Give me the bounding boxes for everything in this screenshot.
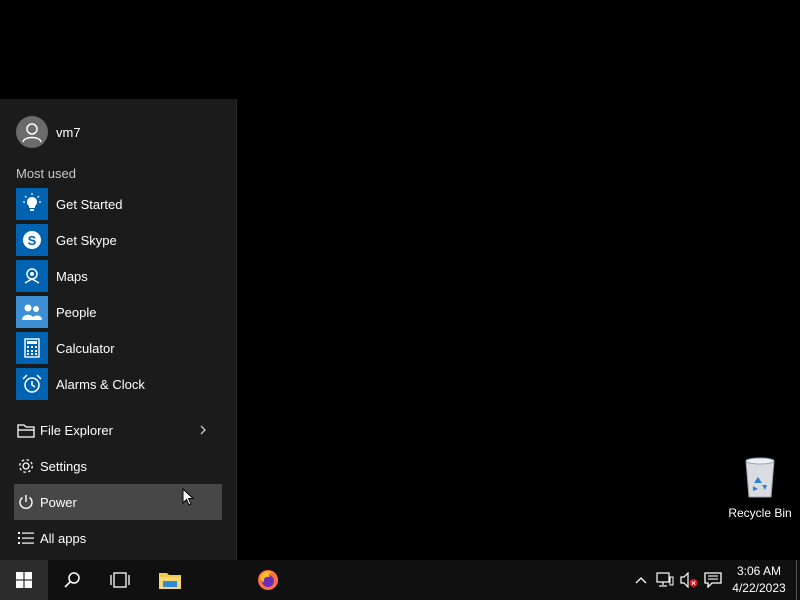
chevron-right-icon[interactable] bbox=[196, 423, 210, 437]
place-all-apps[interactable]: All apps bbox=[14, 520, 222, 556]
app-label: Alarms & Clock bbox=[56, 376, 145, 392]
search-icon bbox=[64, 572, 80, 588]
app-get-started[interactable]: Get Started bbox=[16, 188, 220, 220]
recycle-bin-icon bbox=[745, 457, 775, 498]
task-view-button[interactable] bbox=[96, 560, 144, 600]
most-used-heading: Most used bbox=[16, 166, 76, 181]
start-button[interactable] bbox=[0, 560, 48, 600]
user-account[interactable]: vm7 bbox=[16, 116, 216, 148]
place-label: File Explorer bbox=[40, 422, 113, 438]
taskbar: 3:06 AM 4/22/2023 bbox=[0, 560, 800, 600]
user-name: vm7 bbox=[56, 124, 81, 140]
task-view-icon bbox=[110, 572, 130, 588]
start-menu: vm7 Most used Get Started S Get Skype Ma… bbox=[0, 99, 237, 560]
volume-muted-icon bbox=[680, 572, 698, 588]
maps-icon bbox=[16, 260, 48, 292]
file-explorer-icon bbox=[16, 420, 36, 440]
app-label: Maps bbox=[56, 268, 88, 284]
gear-icon bbox=[16, 456, 36, 476]
app-calculator[interactable]: Calculator bbox=[16, 332, 220, 364]
alarm-clock-icon bbox=[16, 368, 48, 400]
action-center-icon bbox=[704, 572, 722, 588]
clock-time: 3:06 AM bbox=[736, 564, 782, 578]
app-label: Get Skype bbox=[56, 232, 117, 248]
search-button[interactable] bbox=[48, 560, 96, 600]
app-label: Get Started bbox=[56, 196, 123, 212]
mouse-cursor-icon bbox=[182, 488, 195, 506]
place-label: Power bbox=[40, 494, 77, 510]
network-button[interactable] bbox=[654, 560, 676, 600]
show-hidden-icons-button[interactable] bbox=[632, 560, 650, 600]
taskbar-clock[interactable]: 3:06 AM 4/22/2023 bbox=[726, 563, 792, 597]
lightbulb-icon bbox=[16, 188, 48, 220]
show-desktop-button[interactable] bbox=[796, 560, 800, 600]
firefox-icon bbox=[258, 570, 278, 590]
place-file-explorer[interactable]: File Explorer bbox=[14, 412, 222, 448]
app-get-skype[interactable]: S Get Skype bbox=[16, 224, 220, 256]
place-settings[interactable]: Settings bbox=[14, 448, 222, 484]
place-label: All apps bbox=[40, 530, 87, 546]
all-apps-icon bbox=[16, 528, 36, 548]
app-alarms-clock[interactable]: Alarms & Clock bbox=[16, 368, 220, 400]
people-icon bbox=[16, 296, 48, 328]
calculator-icon bbox=[16, 332, 48, 364]
place-label: Settings bbox=[40, 458, 87, 474]
clock-date: 4/22/2023 bbox=[732, 581, 786, 595]
avatar bbox=[16, 116, 48, 148]
power-icon bbox=[16, 492, 36, 512]
app-people[interactable]: People bbox=[16, 296, 220, 328]
file-explorer-icon bbox=[159, 573, 181, 589]
desktop-icon-recycle-bin[interactable]: Recycle Bin bbox=[724, 455, 796, 520]
start-places: File Explorer Settings Power All apps bbox=[14, 412, 222, 556]
volume-button[interactable] bbox=[678, 560, 700, 600]
app-label: People bbox=[56, 304, 97, 320]
desktop-icon-label: Recycle Bin bbox=[728, 506, 792, 520]
taskbar-firefox[interactable] bbox=[244, 560, 292, 600]
skype-icon: S bbox=[16, 224, 48, 256]
windows-start-icon bbox=[16, 572, 32, 588]
network-icon bbox=[656, 572, 674, 587]
most-used-list: Get Started S Get Skype Maps People Calc… bbox=[16, 188, 220, 404]
svg-text:S: S bbox=[28, 233, 37, 248]
app-maps[interactable]: Maps bbox=[16, 260, 220, 292]
user-icon bbox=[22, 123, 42, 143]
chevron-up-icon bbox=[635, 577, 647, 584]
taskbar-file-explorer[interactable] bbox=[146, 560, 194, 600]
action-center-button[interactable] bbox=[702, 560, 724, 600]
app-label: Calculator bbox=[56, 340, 115, 356]
